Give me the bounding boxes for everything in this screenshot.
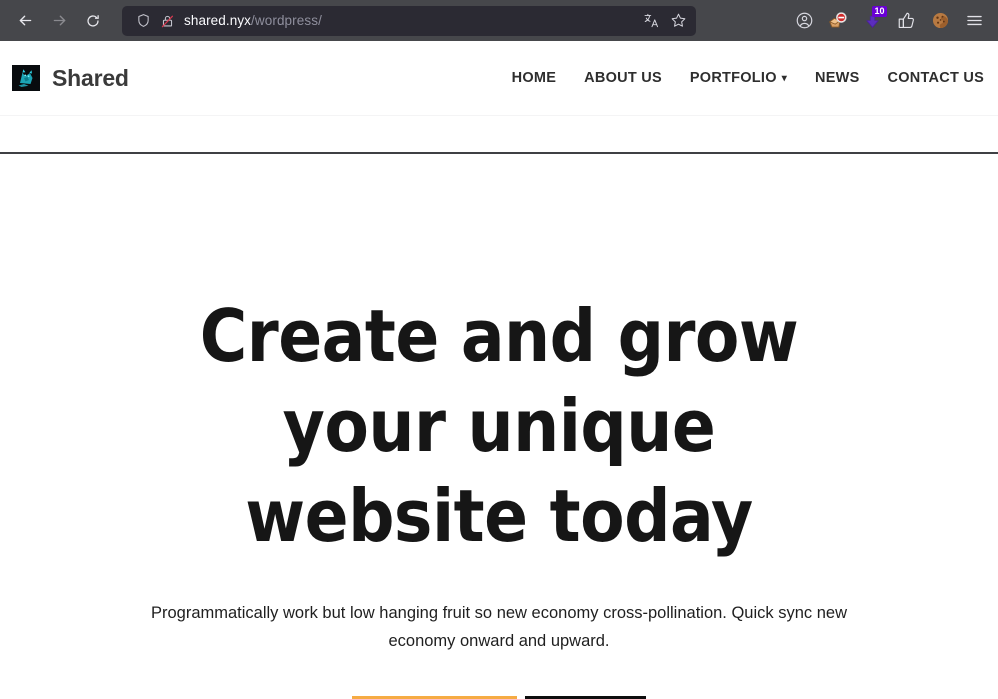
nav-item-home[interactable]: HOME bbox=[512, 70, 557, 86]
browser-toolbar: shared.nyx/wordpress/ 10 bbox=[0, 0, 998, 41]
nav-item-home-label: HOME bbox=[511, 70, 557, 86]
downloads-badge: 10 bbox=[872, 5, 887, 17]
nav-item-about-us-label: ABOUT US bbox=[584, 70, 662, 86]
hero-title: Create and grow your unique website toda… bbox=[199, 294, 799, 558]
lock-crossed-out-icon bbox=[161, 15, 173, 27]
nav-item-contact-us[interactable]: CONTACT US bbox=[888, 70, 984, 86]
url-path: /wordpress/ bbox=[251, 13, 322, 28]
hamburger-menu-icon bbox=[966, 15, 982, 26]
site-logo-cat-icon bbox=[12, 65, 40, 91]
forward-button[interactable] bbox=[42, 6, 76, 36]
nav-item-news-label: NEWS bbox=[815, 70, 860, 86]
nav-item-contact-us-label: CONTACT US bbox=[887, 70, 984, 86]
app-menu-button[interactable] bbox=[958, 6, 990, 36]
shield-icon bbox=[137, 14, 149, 27]
arrow-right-icon bbox=[53, 15, 65, 26]
hero-subtitle: Programmatically work but low hanging fr… bbox=[150, 604, 848, 650]
bookmark-star-icon bbox=[671, 13, 685, 27]
thumbs-up-icon bbox=[898, 12, 914, 28]
hero-section: Create and grow your unique website toda… bbox=[0, 154, 998, 699]
reload-icon bbox=[87, 14, 99, 27]
adblock-icon bbox=[828, 11, 847, 28]
url-domain: shared.nyx bbox=[184, 13, 252, 28]
urlbar-actions bbox=[639, 9, 690, 33]
translate-icon bbox=[644, 13, 658, 28]
main-navigation: HOME ABOUT US PORTFOLIO ▾ NEWS CONTACT U… bbox=[512, 70, 984, 86]
translate-button[interactable] bbox=[639, 9, 663, 33]
url-text[interactable]: shared.nyx/wordpress/ bbox=[184, 13, 639, 28]
bookmark-button[interactable] bbox=[666, 9, 690, 33]
cookie-icon bbox=[932, 12, 948, 29]
nav-item-portfolio[interactable]: PORTFOLIO ▾ bbox=[690, 70, 787, 86]
account-button[interactable] bbox=[788, 6, 820, 36]
reload-button[interactable] bbox=[76, 6, 110, 36]
extension-toolbar: 10 bbox=[788, 5, 990, 36]
cookie-extension-button[interactable] bbox=[924, 6, 956, 36]
site-security-button[interactable] bbox=[155, 9, 179, 33]
chevron-down-icon: ▾ bbox=[781, 73, 788, 84]
header-gap bbox=[0, 116, 998, 152]
nav-item-news[interactable]: NEWS bbox=[815, 70, 860, 86]
nav-item-about-us[interactable]: ABOUT US bbox=[584, 70, 662, 86]
account-icon bbox=[796, 12, 812, 29]
back-button[interactable] bbox=[8, 6, 42, 36]
tracking-protection-shield-button[interactable] bbox=[131, 9, 155, 33]
url-bar[interactable]: shared.nyx/wordpress/ bbox=[122, 5, 696, 36]
nav-item-portfolio-label: PORTFOLIO bbox=[689, 70, 777, 86]
arrow-left-icon bbox=[19, 15, 31, 26]
site-brand-name: Shared bbox=[52, 64, 129, 91]
downloads-extension-button[interactable]: 10 bbox=[856, 5, 888, 36]
adblock-extension-button[interactable] bbox=[822, 6, 854, 36]
site-header: Shared HOME ABOUT US PORTFOLIO ▾ NEWS CO… bbox=[0, 41, 998, 115]
thumbs-up-extension-button[interactable] bbox=[890, 6, 922, 36]
site-brand-link[interactable]: Shared bbox=[12, 65, 129, 92]
